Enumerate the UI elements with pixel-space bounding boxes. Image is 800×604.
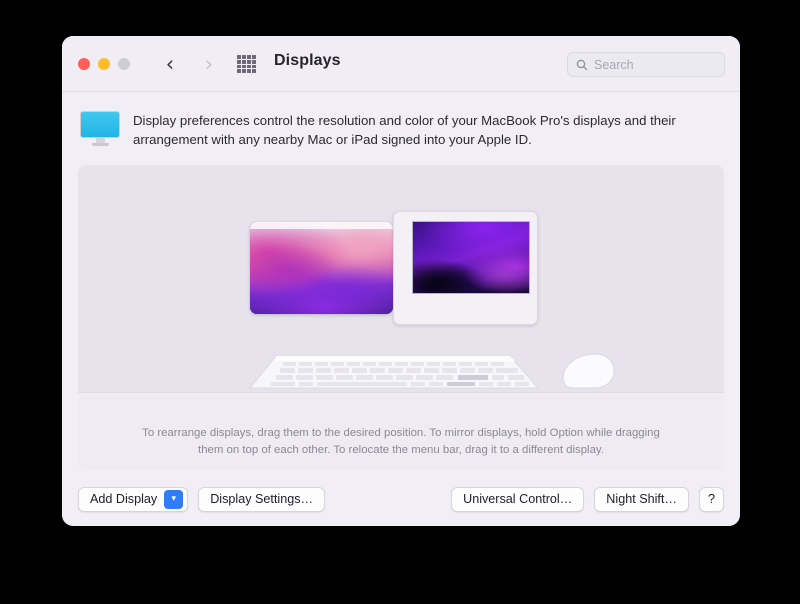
zoom-button[interactable]	[118, 58, 130, 70]
add-display-button[interactable]: Add Display ▾	[78, 487, 188, 512]
description-text: Display preferences control the resoluti…	[133, 111, 720, 149]
display-settings-button[interactable]: Display Settings…	[198, 487, 325, 512]
input-devices-graphic	[78, 348, 724, 392]
forward-button[interactable]: ›	[197, 52, 221, 76]
search-field[interactable]	[567, 52, 725, 77]
instructions-text: To rearrange displays, drag them to the …	[131, 425, 671, 458]
displays-preferences-window: ‹ › Displays Display preferences control…	[62, 36, 740, 526]
wallpaper-dark	[413, 222, 529, 293]
show-all-icon[interactable]	[237, 55, 256, 73]
search-icon	[576, 59, 588, 71]
display-thumbnail-external[interactable]	[393, 211, 538, 325]
universal-control-button[interactable]: Universal Control…	[451, 487, 584, 512]
back-button[interactable]: ‹	[158, 52, 182, 76]
description-row: Display preferences control the resoluti…	[62, 92, 740, 149]
minimize-button[interactable]	[98, 58, 110, 70]
traffic-lights	[78, 58, 130, 70]
night-shift-button[interactable]: Night Shift…	[594, 487, 689, 512]
arrangement-stage[interactable]	[78, 165, 724, 392]
page-title: Displays	[274, 52, 341, 70]
help-button[interactable]: ?	[699, 487, 724, 512]
menu-bar-strip[interactable]	[250, 222, 393, 229]
arrangement-instructions: To rearrange displays, drag them to the …	[78, 392, 724, 470]
magic-keyboard-icon	[250, 356, 538, 388]
display-thumbnail-builtin[interactable]	[250, 222, 393, 314]
bottom-toolbar: Add Display ▾ Display Settings… Universa…	[62, 472, 740, 526]
window-titlebar: ‹ › Displays	[62, 36, 740, 92]
magic-mouse-icon	[563, 354, 614, 388]
display-screen-area	[412, 221, 530, 294]
wallpaper-light	[250, 222, 393, 314]
close-button[interactable]	[78, 58, 90, 70]
display-icon	[80, 111, 120, 148]
chevron-down-icon[interactable]: ▾	[164, 490, 183, 509]
add-display-label: Add Display	[90, 492, 157, 506]
search-input[interactable]	[594, 58, 704, 72]
display-arrangement-panel[interactable]: To rearrange displays, drag them to the …	[78, 165, 724, 470]
